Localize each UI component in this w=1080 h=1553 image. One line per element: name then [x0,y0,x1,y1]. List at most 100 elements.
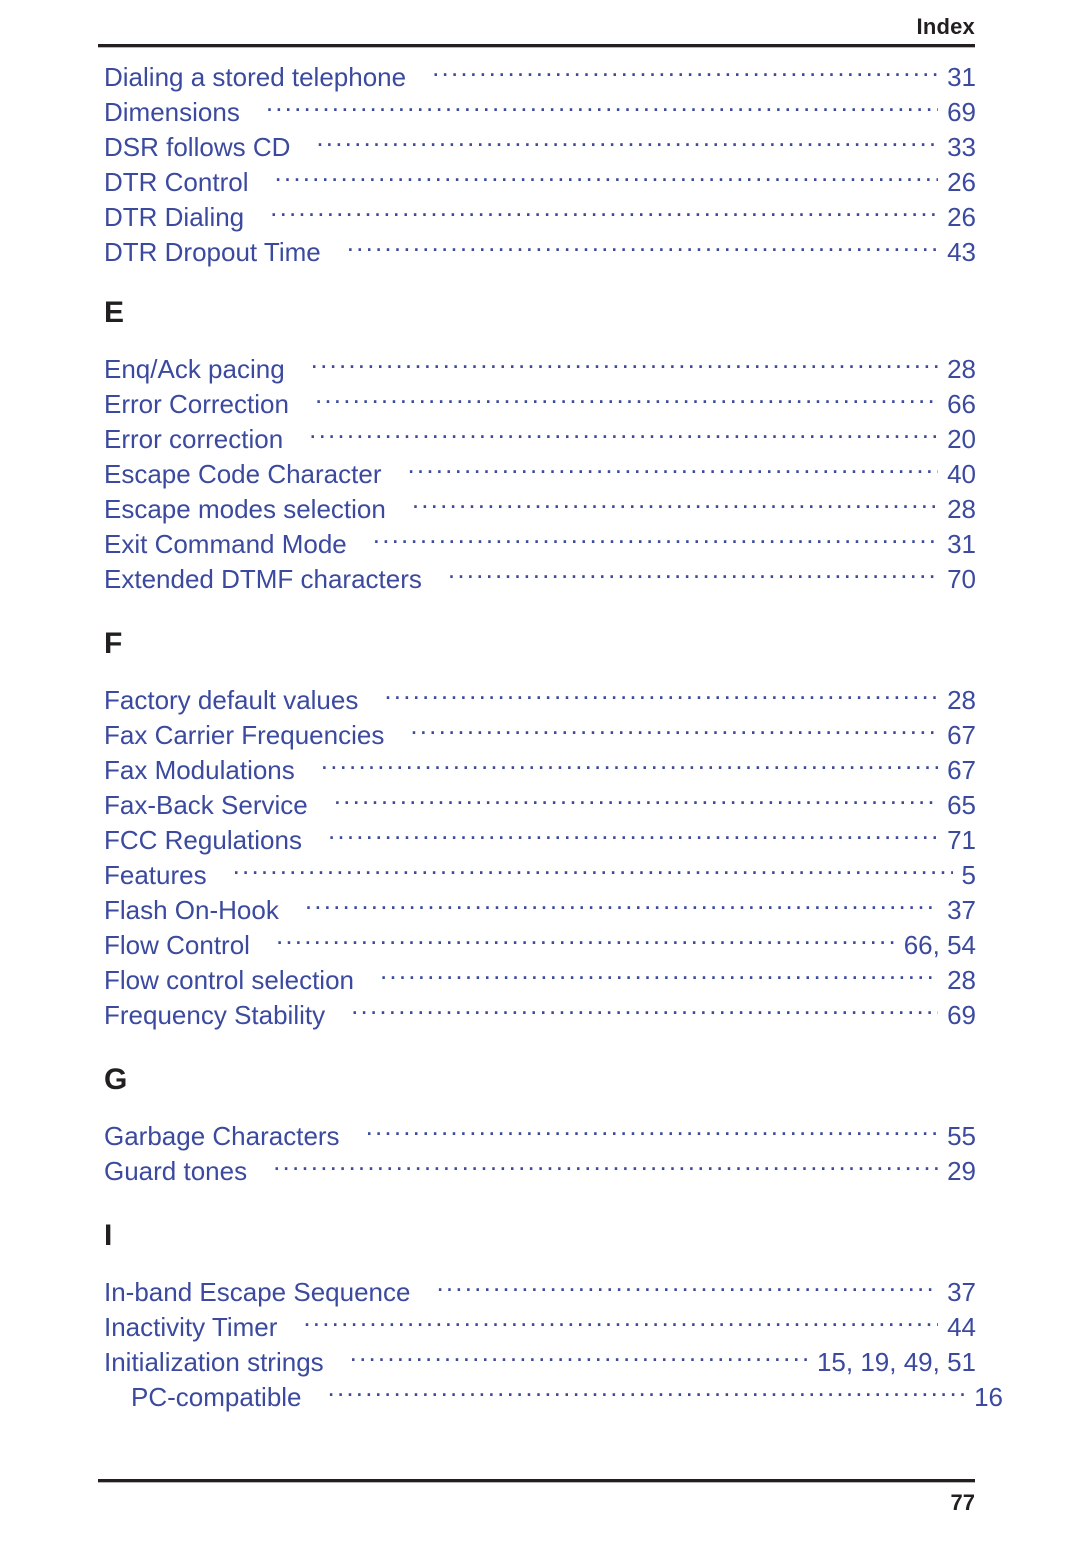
index-entry[interactable]: Fax Modulations 67 [104,753,976,788]
index-entry-page: 28 [947,354,976,384]
index-entries-g: Garbage Characters 55 Guard tones 29 [104,1119,976,1189]
index-entry-label: Garbage Characters [104,1121,340,1151]
dot-leader [436,1275,938,1301]
index-entry[interactable]: DTR Dropout Time 43 [104,235,976,270]
index-entry-label: Exit Command Mode [104,529,347,559]
index-entry-label: Fax Modulations [104,755,295,785]
dot-leader [380,963,938,989]
index-entry-label: DSR follows CD [104,132,291,162]
index-entry-page: 20 [947,424,976,454]
index-entry-page: 66, 54 [903,930,976,960]
dot-leader [233,858,953,884]
index-entries-e: Enq/Ack pacing28Error Correction66Error … [104,352,976,597]
dot-leader [334,788,938,814]
index-entry[interactable]: Flow Control 66, 54 [104,928,976,963]
index-entry[interactable]: Dialing a stored telephone 31 [104,60,976,95]
index-entry-label: DTR Dialing [104,202,245,232]
index-entry-page: 67 [947,755,976,785]
index-entry[interactable]: Inactivity Timer 44 [104,1310,976,1345]
index-entry[interactable]: Escape modes selection 28 [104,492,976,527]
index-entry[interactable]: Flash On-Hook 37 [104,893,976,928]
index-entry-page: 31 [947,62,976,92]
dot-leader [311,352,938,378]
index-entry[interactable]: Frequency Stability 69 [104,998,976,1033]
index-entry-page: 69 [947,97,976,127]
index-entry-label: DTR Control [104,167,249,197]
header-title: Index [916,14,975,39]
index-entry[interactable]: Exit Command Mode 31 [104,527,976,562]
dot-leader [273,1154,938,1180]
dot-leader [276,928,895,954]
index-entry-label: Escape modes selection [104,494,386,524]
index-entry-page: 44 [947,1312,976,1342]
section-heading-i: I [104,1219,113,1252]
index-entry-page: 31 [947,529,976,559]
index-entry[interactable]: Garbage Characters 55 [104,1119,976,1154]
dot-leader [328,823,938,849]
index-entry[interactable]: In-band Escape Sequence 37 [104,1275,976,1310]
dot-leader [309,422,938,448]
dot-leader [448,562,938,588]
index-entry-label: Factory default values [104,685,359,715]
index-entry[interactable]: Enq/Ack pacing 28 [104,352,976,387]
index-entry[interactable]: DTR Control 26 [104,165,976,200]
index-entry[interactable]: Fax Carrier Frequencies 67 [104,718,976,753]
index-entry-label: Dimensions [104,97,240,127]
index-entries-continued: Dialing a stored telephone 31 Dimensions 69… [104,60,976,270]
dot-leader [303,1310,938,1336]
index-subentry[interactable]: PC-compatible 16 [104,1380,1003,1415]
dot-leader [315,387,938,413]
index-entry-page: 26 [947,202,976,232]
index-entry[interactable]: DTR Dialing 26 [104,200,976,235]
index-entry[interactable]: Dimensions 69 [104,95,976,130]
index-entry-label: In-band Escape Sequence [104,1277,411,1307]
index-entry[interactable]: FCC Regulations 71 [104,823,976,858]
index-entry-page: 16 [974,1382,1003,1412]
index-entry-label: Error correction [104,424,284,454]
index-entry-page: 69 [947,1000,976,1030]
index-entry[interactable]: Error Correction 66 [104,387,976,422]
dot-leader [373,527,938,553]
index-entry[interactable]: Initialization strings 15, 19, 49, 51 [104,1345,976,1380]
index-entry-page: 33 [947,132,976,162]
index-entry[interactable]: Fax-Back Service 65 [104,788,976,823]
dot-leader [384,683,938,709]
index-entry[interactable]: Extended DTMF characters 70 [104,562,976,597]
index-entry-page: 28 [947,965,976,995]
dot-leader [274,165,938,191]
index-page: Index Dialing a stored telephone31Dimens… [0,0,1080,1553]
index-entry[interactable]: Features 5 [104,858,976,893]
dot-leader [412,492,938,518]
index-sections: EEnq/Ack pacing28Error Correction66Error… [104,296,1003,1415]
header-rule [98,44,975,48]
index-entry-label: PC-compatible [131,1382,302,1412]
dot-leader [321,753,938,779]
index-entry[interactable]: DSR follows CD 33 [104,130,976,165]
page-footer: 77 [98,1479,975,1517]
index-entry-page: 37 [947,895,976,925]
index-entry[interactable]: Error correction 20 [104,422,976,457]
index-entry[interactable]: Guard tones 29 [104,1154,976,1189]
index-entry-page: 28 [947,494,976,524]
dot-leader [347,235,938,261]
dot-leader [270,200,938,226]
index-entry-label: Inactivity Timer [104,1312,278,1342]
index-entry-page: 71 [947,825,976,855]
dot-leader [266,95,938,121]
dot-leader [410,718,938,744]
index-entry-label: Flow Control [104,930,250,960]
index-entry-page: 29 [947,1156,976,1186]
index-entry-page: 66 [947,389,976,419]
index-entry-page: 15, 19, 49, 51 [816,1347,976,1377]
dot-leader [432,60,938,86]
index-entry-label: Features [104,860,207,890]
index-entry[interactable]: Factory default values 28 [104,683,976,718]
dot-leader [350,1345,808,1371]
index-entry-label: Guard tones [104,1156,248,1186]
index-entry-label: Fax-Back Service [104,790,308,820]
section-heading-f: F [104,627,123,660]
index-entry[interactable]: Escape Code Character 40 [104,457,976,492]
index-entry[interactable]: Flow control selection 28 [104,963,976,998]
index-entry-page: 43 [947,237,976,267]
index-entry-label: Error Correction [104,389,289,419]
